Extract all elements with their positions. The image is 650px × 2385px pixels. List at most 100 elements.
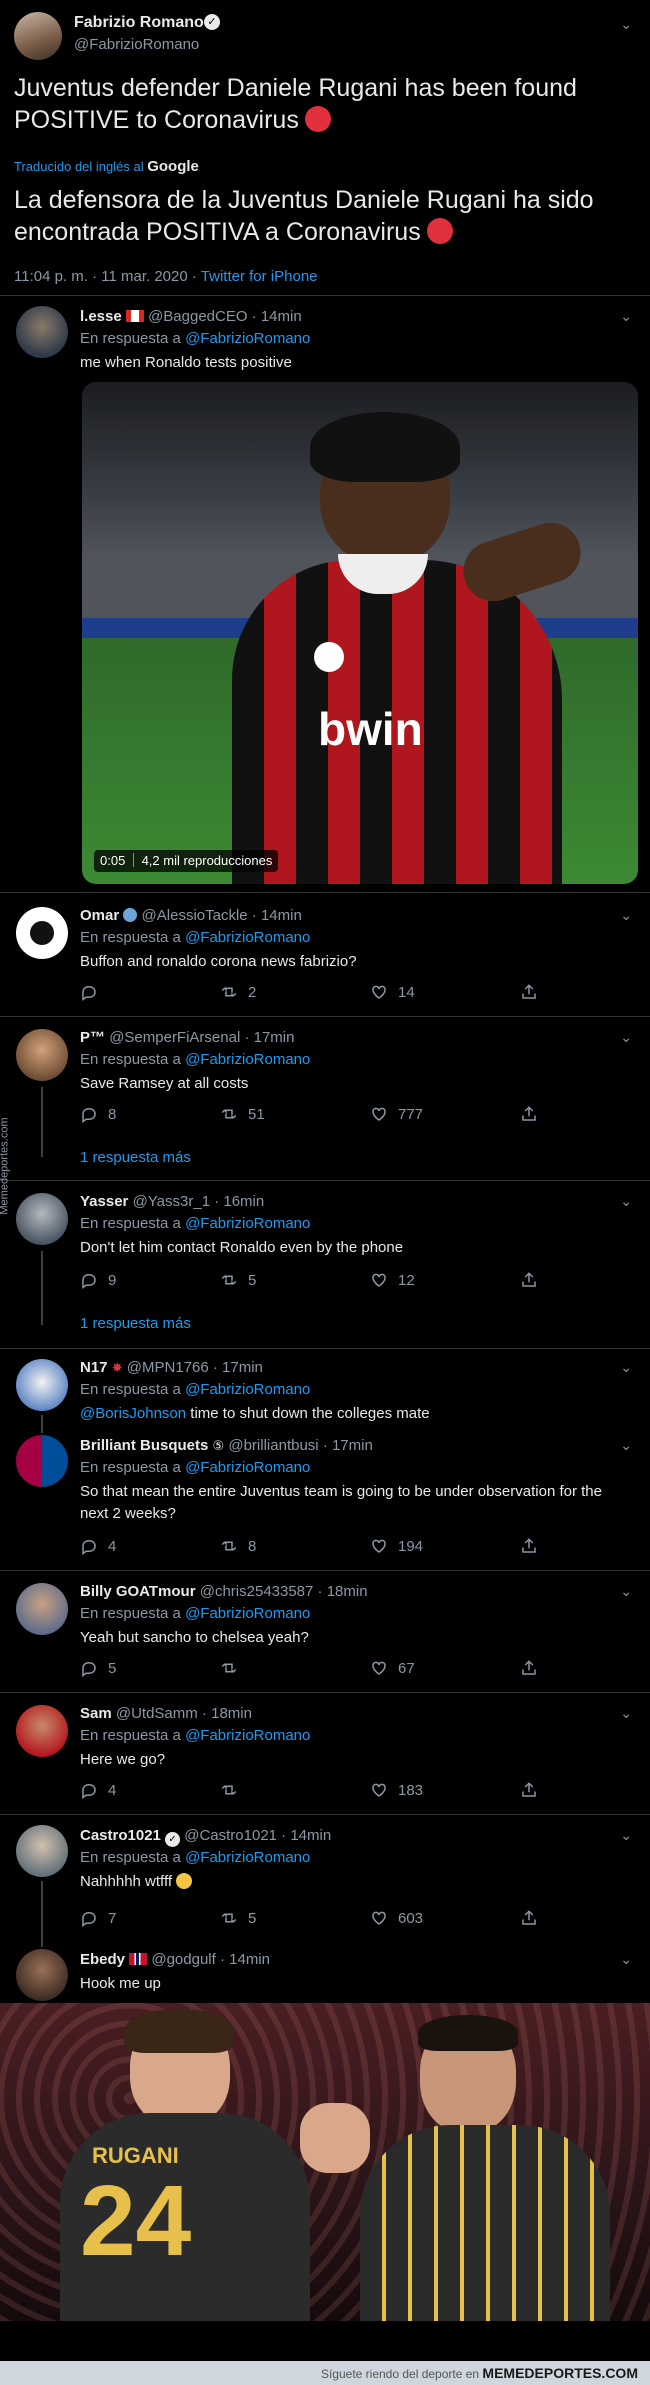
reply-tweet: Castro1021 ✓ @Castro1021 · 14min ⌄ En re… [0,1815,650,1947]
tweet-text: Save Ramsey at all costs [80,1075,249,1092]
more-replies-link[interactable]: 1 respuesta más [80,1315,191,1332]
reply-button[interactable]: 4 [80,1537,116,1555]
tweet-text: Don't let him contact Ronaldo even by th… [80,1239,404,1256]
google-logo: Google [147,158,199,175]
user-avatar[interactable] [16,1583,68,1635]
share-button[interactable] [520,983,538,1001]
surprised-face-emoji [176,1873,193,1889]
red-circle-emoji [304,106,331,132]
reply-button[interactable]: 5 [80,1659,116,1677]
chevron-down-icon[interactable]: ⌄ [620,1029,632,1046]
more-replies-link[interactable]: 1 respuesta más [80,1149,191,1166]
like-button[interactable]: 12 [370,1271,415,1289]
chevron-down-icon[interactable]: ⌄ [620,1437,632,1454]
retweet-button[interactable] [220,1659,238,1677]
chevron-down-icon[interactable]: ⌄ [620,308,632,325]
chevron-down-icon[interactable]: ⌄ [620,1583,632,1600]
retweet-button[interactable]: 2 [220,983,256,1001]
reply-tweet: Omar @AlessioTackle · 14min ⌄ En respues… [0,893,650,1017]
author-handle[interactable]: @FabrizioRomano [74,36,199,53]
reply-button[interactable] [80,983,98,1001]
share-icon [522,1106,536,1121]
translation-note: Traducido del inglés al Google [14,158,199,175]
tweet-text: Nahhhhh wtfff [80,1871,630,1893]
translated-text: La defensora de la Juventus Daniele Ruga… [14,186,594,246]
heart-icon [372,1273,386,1287]
tweet-text: @BorisJohnson time to shut down the coll… [80,1405,430,1422]
chevron-down-icon[interactable]: ⌄ [620,1705,632,1722]
chevron-down-icon[interactable]: ⌄ [620,1951,632,1968]
reply-icon [82,985,96,1001]
share-icon [522,1782,536,1797]
footer-bar: Síguete riendo del deporte en MEMEDEPORT… [0,2361,650,2385]
reply-icon [82,1539,96,1555]
user-avatar[interactable] [16,907,68,959]
reply-tweet: Yasser @Yass3r_1 · 16min ⌄ En respuesta … [0,1181,650,1349]
tweet-text: Buffon and ronaldo corona news fabrizio? [80,953,357,970]
share-icon [522,1660,536,1675]
tweet-meta: 11:04 p. m. · 11 mar. 2020 · Twitter for… [14,268,318,285]
retweet-button[interactable]: 5 [220,1271,256,1289]
reply-button[interactable]: 9 [80,1271,116,1289]
emoji-icon: ⑤ [212,1438,225,1453]
share-icon [522,1910,536,1925]
reply-tweet: Ebedy @godgulf · 14min ⌄ Hook me up RUGA… [0,1943,650,2385]
user-avatar[interactable] [16,1359,68,1411]
tweet-actions: 4 8 194 [80,1537,600,1557]
main-tweet: Fabrizio Romano ✓ @FabrizioRomano ⌄ Juve… [0,0,650,296]
user-avatar[interactable] [16,1705,68,1757]
verified-icon: ✓ [204,14,220,30]
chevron-down-icon[interactable]: ⌄ [620,1827,632,1844]
retweet-button[interactable] [220,1781,238,1799]
heart-icon [372,985,386,999]
tweet-actions: 5 67 [80,1659,600,1679]
retweet-button[interactable]: 8 [220,1537,256,1555]
like-button[interactable]: 14 [370,983,415,1001]
reply-icon [82,1661,96,1677]
like-button[interactable]: 194 [370,1537,423,1555]
user-avatar[interactable] [16,1435,68,1487]
user-avatar[interactable] [16,1029,68,1081]
attached-photo[interactable]: RUGANI 24 [0,2003,650,2321]
tweet-actions: 9 5 12 [80,1271,600,1291]
user-avatar[interactable] [16,1825,68,1877]
share-button[interactable] [520,1271,538,1289]
author-avatar[interactable] [14,12,62,60]
share-button[interactable] [520,1659,538,1677]
user-avatar[interactable] [16,1949,68,2001]
user-avatar[interactable] [16,306,68,358]
share-button[interactable] [520,1909,538,1927]
share-icon [522,1538,536,1553]
retweet-icon [221,1109,237,1119]
share-button[interactable] [520,1781,538,1799]
share-icon [522,1272,536,1287]
retweet-button[interactable]: 51 [220,1105,265,1123]
champions-badge [314,642,344,672]
retweet-button[interactable]: 5 [220,1909,256,1927]
retweet-icon [221,1913,237,1923]
retweet-icon [221,987,237,997]
chevron-down-icon[interactable]: ⌄ [620,16,632,33]
like-button[interactable]: 67 [370,1659,415,1677]
chevron-down-icon[interactable]: ⌄ [620,1193,632,1210]
footer-site[interactable]: MEMEDEPORTES.COM [482,2365,638,2381]
like-button[interactable]: 183 [370,1781,423,1799]
share-button[interactable] [520,1537,538,1555]
user-avatar[interactable] [16,1193,68,1245]
high-five-hands [300,2103,370,2173]
tweet-text: Hook me up [80,1975,161,1992]
reply-button[interactable]: 7 [80,1909,116,1927]
reply-button[interactable]: 8 [80,1105,116,1123]
author-name[interactable]: Fabrizio Romano [74,14,204,32]
reply-button[interactable]: 4 [80,1781,116,1799]
video-player[interactable]: bwin 0:05 4,2 mil reproducciones [82,382,638,884]
like-button[interactable]: 603 [370,1909,423,1927]
thread-line [41,1087,43,1157]
retweet-icon [221,1275,237,1285]
like-button[interactable]: 777 [370,1105,423,1123]
heart-icon [372,1539,386,1553]
tweet-text: So that mean the entire Juventus team is… [80,1483,602,1522]
chevron-down-icon[interactable]: ⌄ [620,1359,632,1376]
chevron-down-icon[interactable]: ⌄ [620,907,632,924]
share-button[interactable] [520,1105,538,1123]
